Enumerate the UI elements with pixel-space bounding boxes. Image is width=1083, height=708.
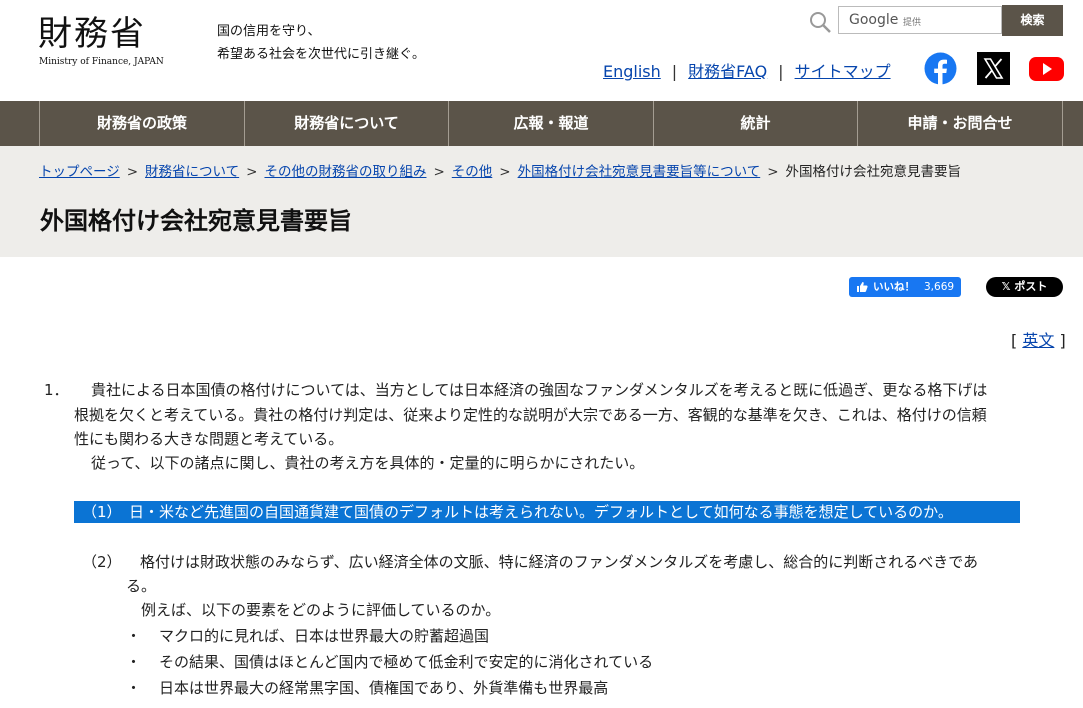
nav-item-press[interactable]: 広報・報道: [449, 101, 653, 146]
post-label: ポスト: [1014, 280, 1048, 293]
english-link[interactable]: English: [603, 62, 661, 81]
thumbs-up-icon: [857, 282, 868, 292]
breadcrumb-link-about[interactable]: 財務省について: [145, 164, 239, 180]
header-links: English | 財務省FAQ | サイトマップ: [603, 58, 891, 82]
search-provided-label: 提供: [903, 18, 922, 28]
paragraph-number: 1．: [44, 381, 69, 399]
english-version-link[interactable]: 英文: [1022, 331, 1054, 350]
like-label: いいね！: [873, 281, 915, 293]
breadcrumb-link-initiatives[interactable]: その他の財務省の取り組み: [264, 164, 426, 180]
bullet-item: マクロ的に見れば、日本は世界最大の貯蓄超過国: [159, 627, 490, 645]
link-separator: |: [671, 62, 678, 81]
tagline-line-2: 希望ある社会を次世代に引き継ぐ。: [217, 47, 426, 62]
link-separator: |: [778, 62, 784, 81]
item-2-line: る。: [126, 577, 157, 595]
youtube-icon[interactable]: [1029, 52, 1064, 85]
site-header: 財務省 Ministry of Finance, JAPAN 国の信用を守り、 …: [0, 0, 1083, 101]
tagline: 国の信用を守り、 希望ある社会を次世代に引き継ぐ。: [217, 20, 425, 66]
like-count: 3,669: [924, 281, 955, 293]
nav-item-about[interactable]: 財務省について: [245, 101, 448, 146]
paragraph-line: 貴社による日本国債の格付けについては、当方としては日本経済の強固なファンダメンタ…: [91, 381, 988, 399]
sitemap-link[interactable]: サイトマップ: [795, 62, 891, 81]
paragraph-line: 従って、以下の諸点に関し、貴社の考え方を具体的・定量的に明らかにされたい。: [91, 454, 645, 472]
nav-item-contact[interactable]: 申請・お問合せ: [858, 101, 1062, 146]
breadcrumb-arrow: >: [433, 164, 445, 180]
faq-link[interactable]: 財務省FAQ: [688, 62, 767, 81]
nav-item-statistics[interactable]: 統計: [654, 101, 857, 146]
paragraph-line: 性にも関わる大きな問題と考えている。: [74, 430, 344, 448]
breadcrumb-arrow: >: [499, 164, 511, 180]
item-1-text: （1） 日・米など先進国の自国通貨建て国債のデフォルトは考えられない。デフォルト…: [82, 503, 953, 521]
page-title: 外国格付け会社宛意見書要旨: [40, 207, 352, 235]
bullet-marker: ・: [126, 627, 142, 645]
search-input[interactable]: Google 提供: [838, 6, 1002, 34]
x-icon[interactable]: [977, 52, 1010, 85]
search-icon: [810, 12, 831, 33]
google-brand: Google: [849, 12, 899, 28]
site-logo[interactable]: 財務省: [38, 14, 146, 54]
bullet-item: その結果、国債はほとんど国内で極めて低金利で安定的に消化されている: [159, 653, 654, 671]
item-2-line: 格付けは財政状態のみならず、広い経済全体の文脈、特に経済のファンダメンタルズを考…: [140, 553, 979, 571]
item-2-line: 例えば、以下の要素をどのように評価しているのか。: [141, 601, 501, 619]
bracket-open: [: [1011, 331, 1018, 350]
breadcrumb-current: 外国格付け会社宛意見書要旨: [785, 164, 962, 180]
tagline-line-1: 国の信用を守り、: [217, 24, 321, 39]
global-nav: 財務省の政策 財務省について 広報・報道 統計 申請・お問合せ: [0, 101, 1083, 146]
breadcrumb-arrow: >: [126, 164, 139, 180]
x-logo-icon: 𝕏: [1001, 280, 1011, 293]
site-logo-english[interactable]: Ministry of Finance, JAPAN: [39, 57, 164, 67]
bullet-marker: ・: [126, 679, 142, 697]
breadcrumb-arrow: >: [767, 164, 779, 180]
breadcrumb-arrow: >: [246, 164, 258, 180]
item-2-number: （2）: [82, 553, 122, 571]
bracket-close: ]: [1059, 331, 1066, 350]
selected-text-highlight[interactable]: （1） 日・米など先進国の自国通貨建て国債のデフォルトは考えられない。デフォルト…: [74, 501, 1020, 523]
x-post-button[interactable]: 𝕏 ポスト: [986, 277, 1063, 297]
title-band: トップページ > 財務省について > その他の財務省の取り組み > その他 > 外国格付け会社宛…: [0, 146, 1083, 257]
breadcrumb-link-top[interactable]: トップページ: [39, 164, 120, 180]
facebook-icon[interactable]: [924, 52, 957, 85]
english-version: [ 英文 ]: [1011, 327, 1066, 351]
breadcrumb-link-other[interactable]: その他: [452, 164, 493, 180]
breadcrumb-link-rating-letters[interactable]: 外国格付け会社宛意見書要旨等について: [518, 164, 761, 180]
bullet-item: 日本は世界最大の経常黒字国、債権国であり、外貨準備も世界最高: [159, 679, 609, 697]
nav-divider: [1062, 101, 1063, 146]
breadcrumb: トップページ > 財務省について > その他の財務省の取り組み > その他 > 外国格付け会社宛…: [39, 160, 961, 180]
nav-item-policy[interactable]: 財務省の政策: [40, 101, 244, 146]
facebook-like-button[interactable]: いいね！ 3,669: [849, 277, 961, 297]
paragraph-line: 根拠を欠くと考えている。貴社の格付け判定は、従来より定性的な説明が大宗である一方…: [74, 406, 987, 424]
bullet-marker: ・: [126, 653, 142, 671]
search-button[interactable]: 検索: [1002, 5, 1063, 36]
